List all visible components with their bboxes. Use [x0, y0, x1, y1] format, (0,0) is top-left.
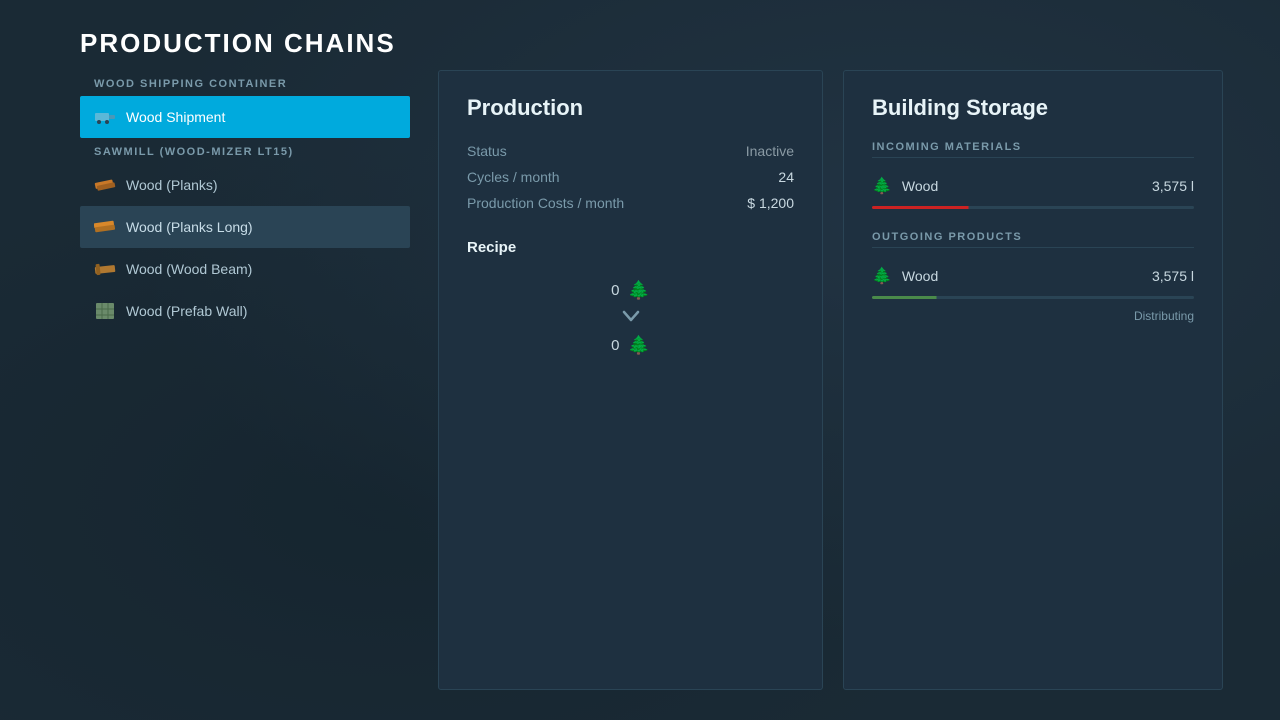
sidebar-item-label: Wood (Planks Long)	[126, 219, 253, 235]
right-panel: Building Storage INCOMING MATERIALS 🌲 Wo…	[843, 70, 1223, 690]
incoming-wood-bar	[872, 206, 1194, 209]
production-title: Production	[467, 95, 794, 121]
cycles-label: Cycles / month	[467, 169, 560, 185]
page-title: PRODUCTION CHAINS	[80, 28, 396, 59]
recipe-arrow-icon	[622, 309, 640, 327]
incoming-wood-icon: 🌲	[872, 176, 892, 196]
sidebar-item-wood-planks-long[interactable]: Wood (Planks Long)	[80, 206, 410, 248]
sidebar-item-wood-planks[interactable]: Wood (Planks)	[80, 164, 410, 206]
recipe-title: Recipe	[467, 239, 794, 256]
wall-icon	[94, 300, 116, 322]
middle-panel: Production Status Inactive Cycles / mont…	[438, 70, 823, 690]
recipe-input-count: 0	[611, 282, 619, 299]
outgoing-products-label: OUTGOING PRODUCTS	[872, 231, 1194, 248]
plank-long-icon	[94, 216, 116, 238]
recipe-output-count: 0	[611, 337, 619, 354]
costs-label: Production Costs / month	[467, 195, 624, 211]
recipe-output-row: 0 🌲	[611, 335, 650, 356]
tree-icon-input: 🌲	[627, 280, 649, 301]
outgoing-wood-bar-container	[872, 296, 1194, 299]
section-label-shipping: WOOD SHIPPING CONTAINER	[80, 70, 410, 96]
outgoing-wood-row: 🌲 Wood 3,575 l	[872, 260, 1194, 292]
incoming-wood-bar-container	[872, 206, 1194, 209]
section-label-sawmill: SAWMILL (WOOD-MIZER LT15)	[80, 138, 410, 164]
costs-row: Production Costs / month $ 1,200	[467, 195, 794, 211]
status-label: Status	[467, 143, 507, 159]
incoming-wood-name: Wood	[902, 178, 1124, 194]
outgoing-wood-name: Wood	[902, 268, 1124, 284]
tree-icon-output: 🌲	[627, 335, 649, 356]
cycles-value: 24	[778, 169, 794, 185]
outgoing-wood-icon: 🌲	[872, 266, 892, 286]
sidebar-item-label: Wood (Planks)	[126, 177, 218, 193]
outgoing-wood-bar	[872, 296, 1194, 299]
recipe-input-row: 0 🌲	[611, 280, 650, 301]
sidebar-item-label: Wood Shipment	[126, 109, 225, 125]
left-panel: WOOD SHIPPING CONTAINER Wood Shipment SA…	[80, 70, 410, 690]
plank-icon	[94, 174, 116, 196]
incoming-materials-label: INCOMING MATERIALS	[872, 141, 1194, 158]
sidebar-item-label: Wood (Prefab Wall)	[126, 303, 247, 319]
beam-icon	[94, 258, 116, 280]
incoming-wood-amount: 3,575 l	[1134, 178, 1194, 194]
outgoing-section: OUTGOING PRODUCTS 🌲 Wood 3,575 l Distrib…	[872, 231, 1194, 323]
sidebar-item-wood-beam[interactable]: Wood (Wood Beam)	[80, 248, 410, 290]
status-row: Status Inactive	[467, 143, 794, 159]
status-value: Inactive	[746, 143, 794, 159]
sidebar-item-label: Wood (Wood Beam)	[126, 261, 252, 277]
recipe-area: 0 🌲 0 🌲	[467, 280, 794, 356]
building-title: Building Storage	[872, 95, 1194, 121]
sidebar-item-wood-prefab-wall[interactable]: Wood (Prefab Wall)	[80, 290, 410, 332]
shipment-icon	[94, 106, 116, 128]
incoming-wood-row: 🌲 Wood 3,575 l	[872, 170, 1194, 202]
sidebar-item-wood-shipment[interactable]: Wood Shipment	[80, 96, 410, 138]
costs-value: $ 1,200	[747, 195, 794, 211]
outgoing-wood-amount: 3,575 l	[1134, 268, 1194, 284]
cycles-row: Cycles / month 24	[467, 169, 794, 185]
distributing-status: Distributing	[872, 309, 1194, 323]
